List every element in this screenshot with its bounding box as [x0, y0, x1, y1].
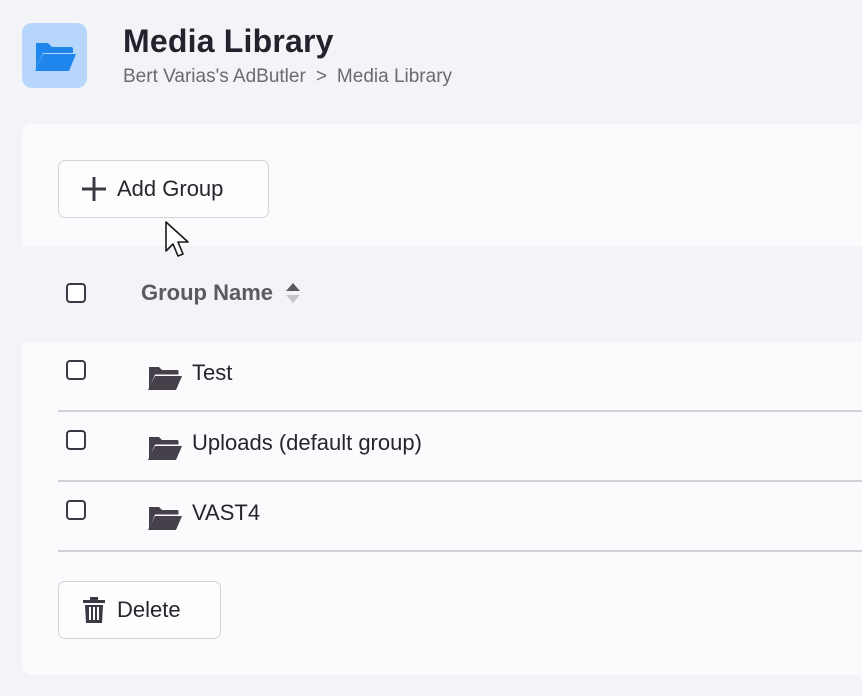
media-library-app-icon [22, 23, 87, 88]
column-header-label: Group Name [141, 280, 274, 305]
page-title: Media Library [123, 23, 334, 59]
row-checkbox[interactable] [66, 360, 86, 380]
page-header: Media Library Bert Varias's AdButler > Med… [0, 0, 862, 120]
add-group-button[interactable]: Add Group [58, 160, 269, 218]
group-name[interactable]: VAST4 [192, 500, 260, 526]
table-header: Group Name [22, 246, 862, 342]
media-groups-card: Add Group Group Name Test Uploads (defau… [22, 124, 862, 675]
plus-icon [81, 176, 107, 202]
row-checkbox[interactable] [66, 430, 86, 450]
breadcrumb: Bert Varias's AdButler > Media Library [123, 65, 452, 89]
trash-icon [83, 597, 105, 623]
breadcrumb-item-current: Media Library [336, 66, 453, 87]
delete-label: Delete [117, 597, 181, 622]
sort-icon[interactable] [285, 282, 301, 304]
delete-button[interactable]: Delete [58, 581, 221, 639]
folder-open-icon [34, 42, 76, 71]
folder-open-icon [147, 434, 183, 462]
breadcrumb-separator: > [315, 66, 327, 87]
group-name[interactable]: Test [192, 360, 232, 386]
table-row[interactable]: Uploads (default group) [58, 412, 862, 482]
folder-open-icon [147, 364, 183, 392]
column-header-group-name[interactable]: Group Name [141, 280, 301, 306]
breadcrumb-item-account[interactable]: Bert Varias's AdButler [123, 66, 306, 87]
select-all-checkbox[interactable] [66, 283, 86, 303]
folder-open-icon [147, 504, 183, 532]
table-row[interactable]: VAST4 [58, 482, 862, 552]
table-row[interactable]: Test [58, 342, 862, 412]
add-group-label: Add Group [117, 176, 224, 201]
group-name[interactable]: Uploads (default group) [192, 430, 422, 456]
row-checkbox[interactable] [66, 500, 86, 520]
